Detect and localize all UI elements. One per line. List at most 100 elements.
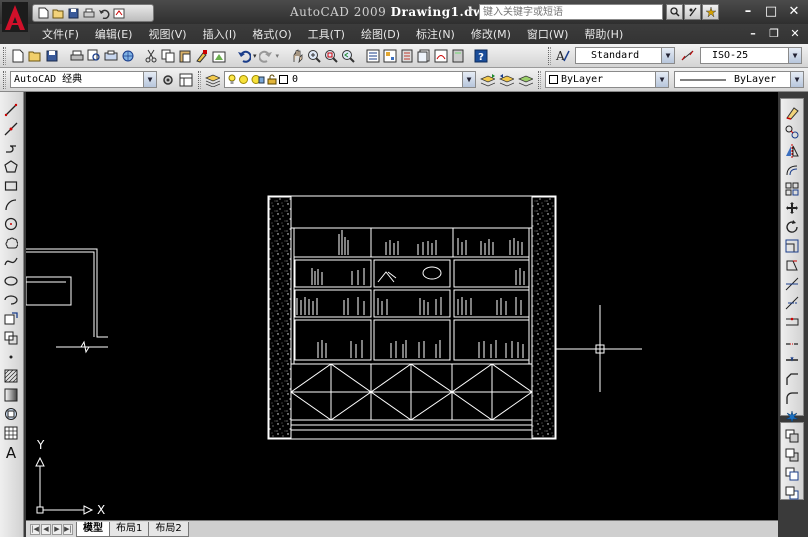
make-current-layer-icon[interactable] [480, 72, 495, 87]
construction-line-icon[interactable] [3, 121, 19, 137]
qnew-icon[interactable] [10, 48, 25, 63]
next-tab-icon[interactable]: ▶ [52, 523, 62, 535]
paste-icon[interactable] [177, 48, 192, 63]
copy-object-icon[interactable] [784, 124, 800, 140]
toolbar-grip[interactable] [3, 71, 6, 89]
region-icon[interactable] [3, 406, 19, 422]
menu-dimension[interactable]: 标注(N) [408, 26, 463, 42]
stretch-icon[interactable] [784, 257, 800, 273]
polyline-icon[interactable] [3, 140, 19, 156]
chevron-down-icon[interactable]: ▼ [655, 72, 668, 87]
chevron-down-icon[interactable]: ▼ [790, 72, 803, 87]
scale-icon[interactable] [784, 238, 800, 254]
point-icon[interactable] [3, 349, 19, 365]
send-to-back-icon[interactable] [784, 447, 800, 463]
workspace-toolbar-icon[interactable] [178, 72, 193, 87]
workspace-settings-icon[interactable] [160, 72, 175, 87]
open-icon[interactable] [52, 7, 65, 19]
save-icon[interactable] [67, 7, 80, 19]
first-tab-icon[interactable]: |◀ [30, 523, 40, 535]
chevron-down-icon[interactable]: ▼ [788, 48, 801, 63]
menu-view[interactable]: 视图(V) [140, 26, 194, 42]
menu-edit[interactable]: 编辑(E) [87, 26, 141, 42]
cut-icon[interactable] [143, 48, 158, 63]
properties-icon[interactable] [365, 48, 380, 63]
match-properties-icon[interactable] [194, 48, 209, 63]
print-icon[interactable] [82, 7, 95, 19]
calculator-icon[interactable] [450, 48, 465, 63]
make-block-icon[interactable] [3, 330, 19, 346]
menu-file[interactable]: 文件(F) [30, 26, 87, 42]
block-editor-icon[interactable] [211, 48, 226, 63]
toolbar-grip[interactable] [198, 71, 201, 89]
gradient-icon[interactable] [3, 387, 19, 403]
bring-above-icon[interactable] [784, 466, 800, 482]
help-star-icon[interactable] [702, 4, 719, 20]
zoom-realtime-icon[interactable] [306, 48, 321, 63]
toolbar-grip[interactable] [548, 47, 551, 65]
publish-icon[interactable] [103, 48, 118, 63]
plot-preview-icon[interactable] [86, 48, 101, 63]
fillet-icon[interactable] [784, 390, 800, 406]
arc-icon[interactable] [3, 197, 19, 213]
close-icon[interactable]: ✕ [784, 3, 804, 21]
workspace-select[interactable]: AutoCAD 经典 ▼ [10, 71, 157, 88]
save-file-icon[interactable] [44, 48, 59, 63]
copy-icon[interactable] [160, 48, 175, 63]
send-under-icon[interactable] [784, 485, 800, 501]
undo-arrow-icon[interactable] [236, 48, 251, 63]
menu-modify[interactable]: 修改(M) [463, 26, 519, 42]
dim-style-select[interactable]: ISO-25 ▼ [700, 47, 802, 64]
open-file-icon[interactable] [27, 48, 42, 63]
autocad-logo[interactable] [2, 2, 30, 34]
menu-format[interactable]: 格式(O) [244, 26, 299, 42]
search-expand-icon[interactable]: ▸ [469, 5, 474, 15]
last-tab-icon[interactable]: ▶| [63, 523, 73, 535]
erase-icon[interactable] [784, 105, 800, 121]
new-icon[interactable] [37, 7, 50, 19]
chamfer-icon[interactable] [784, 371, 800, 387]
tab-model[interactable]: 模型 [76, 521, 110, 537]
tab-layout2[interactable]: 布局2 [148, 521, 189, 537]
color-select[interactable]: ByLayer ▼ [545, 71, 669, 88]
doc-close-icon[interactable]: ✕ [786, 26, 804, 42]
break-icon[interactable] [784, 333, 800, 349]
tab-layout1[interactable]: 布局1 [109, 521, 150, 537]
layer-previous-icon[interactable] [499, 72, 514, 87]
trim-icon[interactable] [784, 276, 800, 292]
line-icon[interactable] [3, 102, 19, 118]
prev-tab-icon[interactable]: ◀ [41, 523, 51, 535]
plot-printer-icon[interactable] [69, 48, 84, 63]
bring-to-front-icon[interactable] [784, 428, 800, 444]
table-icon[interactable] [3, 425, 19, 441]
menu-insert[interactable]: 插入(I) [195, 26, 245, 42]
pan-icon[interactable] [289, 48, 304, 63]
help-icon[interactable]: ? [473, 48, 488, 63]
insert-block-icon[interactable] [3, 311, 19, 327]
spline-icon[interactable] [3, 254, 19, 270]
array-icon[interactable] [784, 181, 800, 197]
mirror-icon[interactable] [784, 143, 800, 159]
chevron-down-icon[interactable]: ▼ [462, 72, 475, 87]
text-style-select[interactable]: Standard ▼ [575, 47, 675, 64]
zoom-previous-icon[interactable] [340, 48, 355, 63]
menu-draw[interactable]: 绘图(D) [353, 26, 408, 42]
plot-icon[interactable] [112, 7, 125, 19]
chevron-down-icon[interactable]: ▼ [661, 48, 674, 63]
layer-manager-icon[interactable] [205, 72, 220, 87]
subscription-icon[interactable] [684, 4, 701, 20]
hatch-icon[interactable] [3, 368, 19, 384]
menu-window[interactable]: 窗口(W) [519, 26, 576, 42]
circle-icon[interactable] [3, 216, 19, 232]
toolbar-grip[interactable] [538, 71, 541, 89]
search-icon[interactable] [666, 4, 683, 20]
drawing-canvas[interactable]: Y X [26, 92, 778, 520]
markup-icon[interactable] [433, 48, 448, 63]
linetype-select[interactable]: ByLayer ▼ [674, 71, 804, 88]
menu-tools[interactable]: 工具(T) [300, 26, 353, 42]
redo-arrow-icon[interactable] [259, 48, 274, 63]
rectangle-icon[interactable] [3, 178, 19, 194]
menu-help[interactable]: 帮助(H) [576, 26, 631, 42]
zoom-window-icon[interactable] [323, 48, 338, 63]
ellipse-icon[interactable] [3, 273, 19, 289]
